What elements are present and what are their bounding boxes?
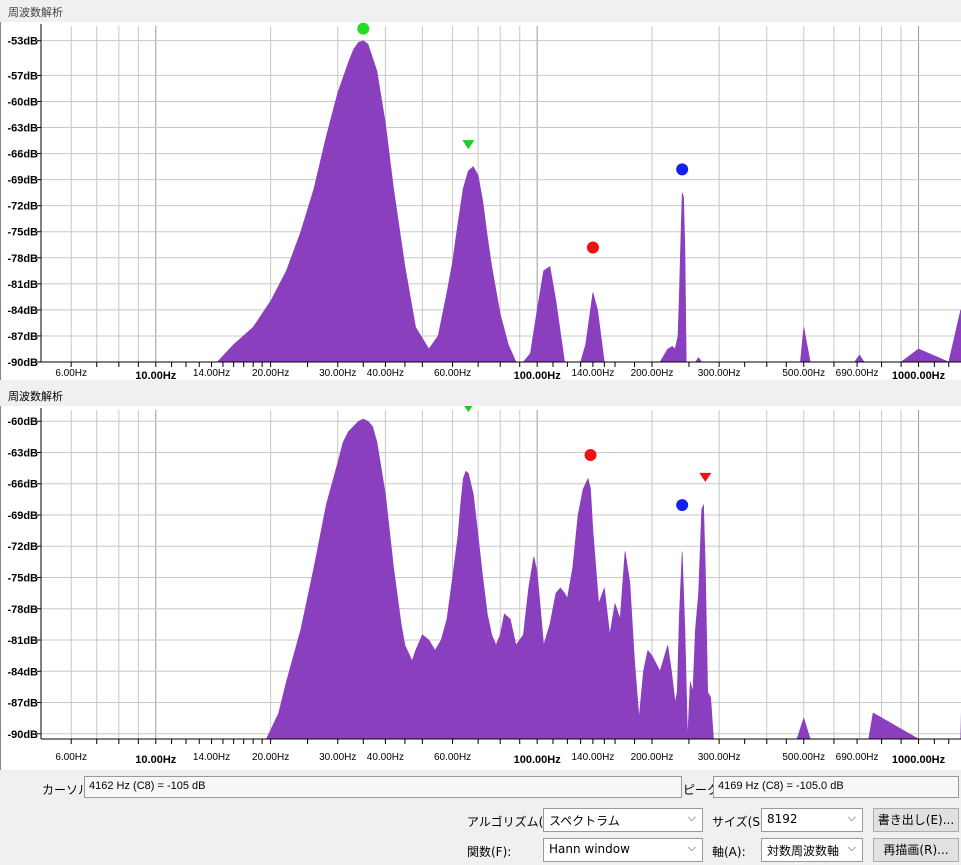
y-tick-label: -60dB: [7, 416, 38, 428]
peak-marker-triangle: [464, 406, 473, 413]
y-tick-label: -90dB: [7, 357, 38, 369]
spectrum-area: [217, 40, 961, 363]
peak-marker-circle: [584, 449, 597, 462]
y-tick-label: -69dB: [7, 510, 38, 522]
x-tick-label: 14.00Hz: [193, 752, 230, 763]
peak-marker-circle: [676, 499, 689, 512]
y-tick-label: -78dB: [7, 253, 38, 265]
size-value: 8192: [767, 812, 798, 826]
x-axis: 6.00Hz 10.00Hz 14.00Hz 20.00Hz 30.00Hz 40.00H…: [55, 739, 950, 766]
x-tick-label: 40.00Hz: [367, 752, 404, 763]
x-tick-label: 30.00Hz: [319, 752, 356, 763]
y-tick-label: -66dB: [7, 479, 38, 491]
y-tick-label: -63dB: [7, 123, 38, 135]
y-tick-label: -84dB: [7, 666, 38, 678]
x-tick-label: 500.00Hz: [782, 368, 825, 379]
spectrum-area: [265, 418, 961, 740]
chevron-down-icon: ⌵: [687, 811, 696, 824]
y-tick-label: -72dB: [7, 541, 38, 553]
x-tick-label: 1000.00Hz: [892, 754, 946, 766]
x-tick-label: 60.00Hz: [434, 752, 471, 763]
y-tick-label: -57dB: [7, 70, 38, 82]
y-tick-label: -63dB: [7, 447, 38, 459]
x-tick-label: 100.00Hz: [514, 370, 562, 380]
x-tick-label: 140.00Hz: [571, 752, 614, 763]
window-title-bottom: 周波数解析: [8, 390, 63, 403]
x-axis: 6.00Hz 10.00Hz 14.00Hz 20.00Hz 30.00Hz 40.00H…: [55, 362, 950, 380]
y-tick-label: -75dB: [7, 227, 38, 239]
chevron-down-icon: ⌵: [847, 811, 856, 824]
y-tick-label: -87dB: [7, 698, 38, 710]
window-title-top: 周波数解析: [8, 6, 63, 19]
spectrum-plot-top: -53dB -57dB -60dB -63dB -66dB -69dB -72dB -75dB…: [0, 22, 961, 380]
size-select[interactable]: 8192 ⌵: [761, 808, 863, 832]
x-tick-label: 690.00Hz: [836, 368, 879, 379]
x-tick-label: 690.00Hz: [836, 752, 879, 763]
export-button[interactable]: 書き出し(E)...: [873, 808, 959, 832]
x-tick-label: 10.00Hz: [135, 754, 176, 766]
x-tick-label: 100.00Hz: [514, 754, 562, 766]
x-tick-label: 1000.00Hz: [892, 370, 946, 380]
function-value: Hann window: [549, 842, 630, 856]
peak-marker-circle: [676, 163, 689, 176]
control-panel: カーソル: 4162 Hz (C8) = -105 dB ピーク: 4169 H…: [0, 770, 961, 865]
function-select[interactable]: Hann window ⌵: [543, 838, 703, 862]
y-tick-label: -81dB: [7, 635, 38, 647]
x-tick-label: 20.00Hz: [252, 752, 289, 763]
algorithm-select[interactable]: スペクトラム ⌵: [543, 808, 703, 832]
x-tick-label: 200.00Hz: [631, 368, 674, 379]
y-tick-label: -60dB: [7, 96, 38, 108]
y-tick-label: -90dB: [7, 729, 38, 741]
replot-button[interactable]: 再描画(R)...: [873, 838, 959, 862]
algorithm-value: スペクトラム: [549, 814, 620, 828]
x-tick-label: 500.00Hz: [782, 752, 825, 763]
y-tick-label: -81dB: [7, 279, 38, 291]
peak-marker-triangle: [462, 140, 475, 150]
x-tick-label: 30.00Hz: [319, 368, 356, 379]
spectrum-chart-bottom: -60dB -63dB -66dB -69dB -72dB -75dB -78dB -81dB…: [7, 406, 961, 766]
x-tick-label: 20.00Hz: [252, 368, 289, 379]
axis-select[interactable]: 対数周波数軸 ⌵: [761, 838, 863, 862]
chevron-down-icon: ⌵: [847, 841, 856, 854]
y-tick-label: -87dB: [7, 331, 38, 343]
y-tick-label: -72dB: [7, 201, 38, 213]
x-tick-label: 140.00Hz: [571, 368, 614, 379]
y-tick-label: -75dB: [7, 573, 38, 585]
spectrum-chart-top: -53dB -57dB -60dB -63dB -66dB -69dB -72dB -75dB…: [7, 22, 961, 380]
peak-marker-circle: [357, 22, 370, 35]
y-tick-label: -66dB: [7, 149, 38, 161]
x-tick-label: 6.00Hz: [55, 752, 87, 763]
x-tick-label: 10.00Hz: [135, 370, 176, 380]
y-tick-label: -84dB: [7, 305, 38, 317]
x-tick-label: 14.00Hz: [193, 368, 230, 379]
spectrum-plot-bottom: -60dB -63dB -66dB -69dB -72dB -75dB -78dB -81dB…: [0, 406, 961, 770]
x-tick-label: 200.00Hz: [631, 752, 674, 763]
peak-marker-circle: [586, 241, 599, 254]
peak-marker-triangle: [699, 472, 712, 482]
axis-value: 対数周波数軸: [767, 844, 840, 858]
chevron-down-icon: ⌵: [687, 841, 696, 854]
peak-readout: 4169 Hz (C8) = -105.0 dB: [713, 776, 959, 798]
x-tick-label: 6.00Hz: [55, 368, 87, 379]
y-tick-label: -69dB: [7, 175, 38, 187]
x-tick-label: 40.00Hz: [367, 368, 404, 379]
function-label: 関数(F):: [467, 845, 512, 859]
y-tick-label: -53dB: [7, 36, 38, 48]
cursor-readout: 4162 Hz (C8) = -105 dB: [84, 776, 682, 798]
x-tick-label: 60.00Hz: [434, 368, 471, 379]
y-tick-label: -78dB: [7, 604, 38, 616]
x-tick-label: 300.00Hz: [698, 752, 741, 763]
x-tick-label: 300.00Hz: [698, 368, 741, 379]
axis-label: 軸(A):: [712, 845, 746, 859]
